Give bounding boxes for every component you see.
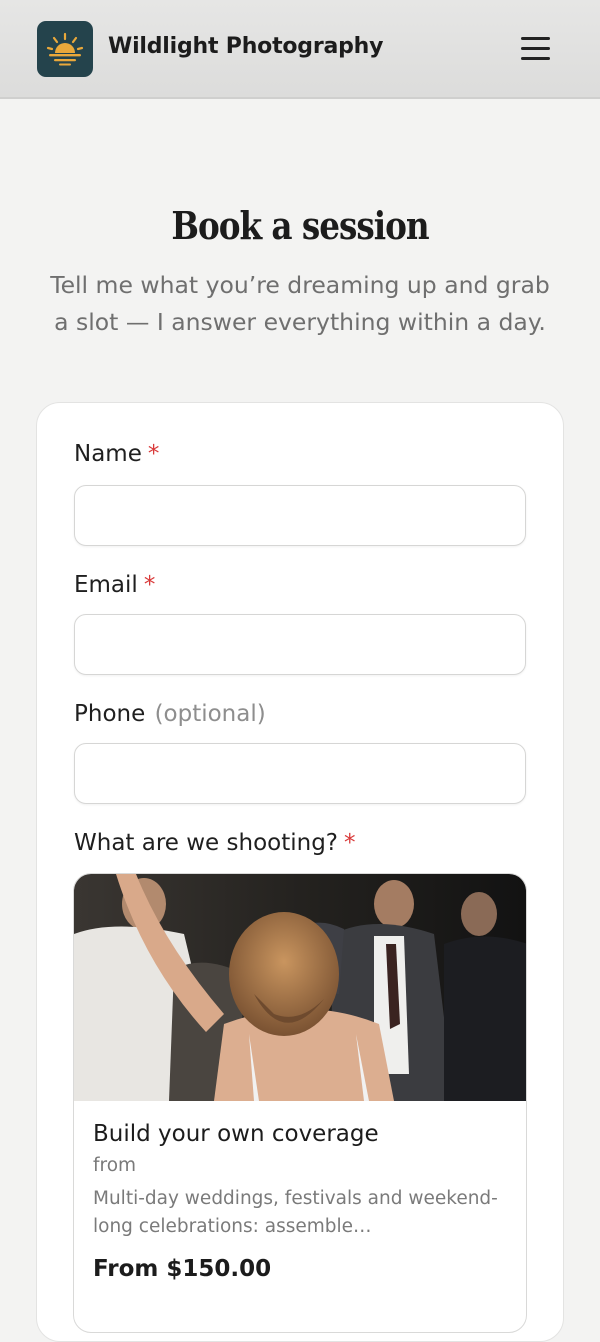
hamburger-menu-icon[interactable] <box>515 34 555 64</box>
required-mark: * <box>147 441 160 467</box>
option-price: From $150.00 <box>93 1256 272 1282</box>
name-field[interactable] <box>74 485 526 546</box>
menu-line <box>521 57 550 60</box>
phone-label-text: Phone <box>74 701 146 727</box>
email-field[interactable] <box>74 614 526 675</box>
name-label: Name * <box>74 441 159 467</box>
option-description: Multi-day weddings, festivals and weeken… <box>93 1188 498 1237</box>
phone-label: Phone (optional) <box>74 701 266 727</box>
site-header: Wildlight Photography <box>0 0 600 99</box>
shoot-type-label: What are we shooting? * <box>74 830 356 856</box>
email-label: Email * <box>74 572 155 598</box>
name-label-text: Name <box>74 441 142 467</box>
required-mark: * <box>344 830 356 856</box>
option-photo <box>74 874 526 1101</box>
phone-field[interactable] <box>74 743 526 804</box>
email-label-text: Email <box>74 572 138 598</box>
option-title: Build your own coverage <box>93 1121 379 1147</box>
shoot-option-card[interactable]: Build your own coverage from Multi-day w… <box>73 873 527 1333</box>
menu-line <box>521 37 550 40</box>
required-mark: * <box>143 572 156 598</box>
brand-name[interactable]: Wildlight Photography <box>108 34 383 59</box>
sunrise-icon[interactable] <box>37 21 93 77</box>
page-title: Book a session <box>171 203 429 248</box>
shoot-type-label-text: What are we shooting? <box>74 830 339 856</box>
optional-note: (optional) <box>154 701 266 727</box>
menu-line <box>521 47 550 50</box>
option-from-label: from <box>93 1155 137 1176</box>
page-subtitle: Tell me what you’re dreaming up and grab… <box>50 271 550 336</box>
